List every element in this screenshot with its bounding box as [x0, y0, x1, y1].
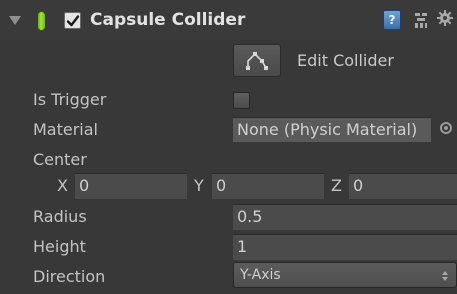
object-picker-icon[interactable]	[440, 122, 452, 134]
edit-collider-button[interactable]	[233, 44, 281, 77]
center-label: Center	[33, 150, 87, 169]
material-object-field[interactable]: None (Physic Material)	[233, 117, 431, 142]
is-trigger-label: Is Trigger	[33, 90, 107, 109]
is-trigger-checkbox[interactable]	[233, 92, 250, 109]
height-label[interactable]: Height	[33, 237, 86, 256]
center-x-input[interactable]: 0	[75, 173, 187, 199]
dropdown-arrows-icon	[442, 271, 448, 281]
direction-dropdown[interactable]: Y-Axis	[233, 262, 457, 288]
edit-collider-label: Edit Collider	[297, 51, 394, 70]
help-glyph: ?	[388, 13, 396, 27]
direction-label: Direction	[33, 267, 106, 286]
help-book-icon[interactable]: ?	[383, 10, 401, 30]
height-input[interactable]: 1	[233, 234, 457, 260]
direction-selected-value: Y-Axis	[240, 267, 281, 283]
center-x-label[interactable]: X	[57, 176, 68, 195]
radius-input[interactable]: 0.5	[233, 204, 457, 230]
component-header[interactable]: Capsule Collider ?	[0, 0, 457, 40]
component-enabled-checkbox[interactable]	[64, 12, 81, 29]
checkmark-icon	[66, 15, 80, 27]
radius-label[interactable]: Radius	[33, 207, 87, 226]
foldout-arrow-icon[interactable]	[9, 16, 21, 25]
center-y-input[interactable]: 0	[212, 173, 324, 199]
capsule-collider-inspector: Capsule Collider ? Edit Collider Is Trig…	[0, 0, 457, 294]
center-y-label[interactable]: Y	[194, 176, 204, 195]
presets-icon[interactable]	[414, 11, 428, 29]
material-label: Material	[33, 120, 98, 139]
edit-collider-icon	[246, 52, 268, 70]
gear-icon[interactable]	[437, 10, 453, 26]
component-title: Capsule Collider	[90, 10, 246, 30]
capsule-icon	[37, 11, 46, 31]
center-z-label[interactable]: Z	[331, 176, 342, 195]
center-z-input[interactable]: 0	[349, 173, 457, 199]
